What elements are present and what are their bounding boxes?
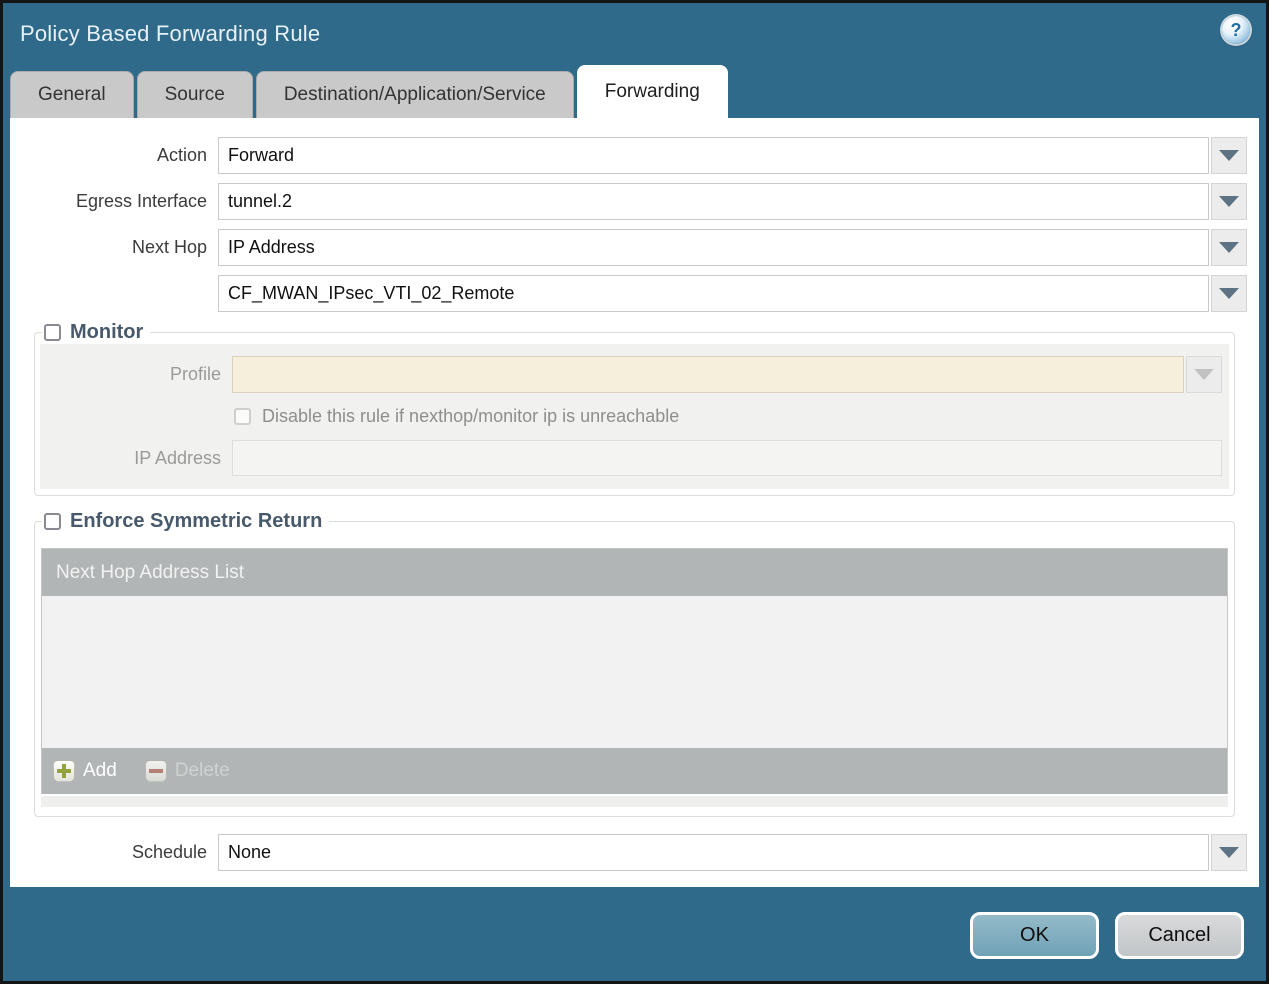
- egress-interface-label: Egress Interface: [75, 191, 207, 211]
- add-button-label: Add: [83, 760, 117, 781]
- help-icon[interactable]: ?: [1222, 16, 1250, 44]
- ok-button[interactable]: OK: [970, 912, 1099, 959]
- enforce-symmetric-return-section: Enforce Symmetric Return Next Hop Addres…: [34, 510, 1235, 817]
- add-button[interactable]: Add: [53, 760, 117, 782]
- table-body[interactable]: [42, 596, 1227, 748]
- chevron-down-icon: [1219, 847, 1239, 858]
- monitor-title: Monitor: [70, 321, 144, 343]
- chevron-down-icon: [1219, 288, 1239, 299]
- help-icon-glyph: ?: [1230, 19, 1242, 40]
- next-hop-type-dropdown-button[interactable]: [1211, 229, 1247, 266]
- disable-rule-label: Disable this rule if nexthop/monitor ip …: [262, 406, 680, 426]
- disable-rule-checkbox: [234, 408, 251, 425]
- disable-rule-row: Disable this rule if nexthop/monitor ip …: [234, 406, 1222, 427]
- next-hop-address-dropdown-button[interactable]: [1211, 275, 1247, 312]
- tab-source[interactable]: Source: [136, 71, 253, 118]
- tab-destination-label: Destination/Application/Service: [283, 84, 546, 105]
- action-row: Action Forward: [10, 137, 1247, 174]
- dialog-footer: OK Cancel: [3, 887, 1266, 981]
- delete-button: Delete: [144, 760, 230, 782]
- tab-source-label: Source: [164, 84, 225, 105]
- egress-interface-value: tunnel.2: [218, 183, 1209, 220]
- chevron-down-icon: [1219, 242, 1239, 253]
- action-label: Action: [156, 145, 207, 165]
- next-hop-address-select[interactable]: CF_MWAN_IPsec_VTI_02_Remote: [218, 275, 1247, 312]
- monitor-ip-address-row: IP Address: [40, 440, 1222, 476]
- next-hop-row: Next Hop IP Address: [10, 229, 1247, 266]
- tab-general[interactable]: General: [10, 71, 134, 118]
- egress-interface-select[interactable]: tunnel.2: [218, 183, 1247, 220]
- enforce-symmetric-return-legend: Enforce Symmetric Return: [42, 510, 329, 533]
- table-scroll-strip: [41, 796, 1228, 807]
- chevron-down-icon: [1219, 196, 1239, 207]
- pbf-rule-dialog: Policy Based Forwarding Rule ? General S…: [0, 0, 1269, 984]
- egress-interface-dropdown-button[interactable]: [1211, 183, 1247, 220]
- next-hop-label: Next Hop: [131, 237, 207, 257]
- table-header: Next Hop Address List: [42, 549, 1227, 596]
- schedule-label: Schedule: [131, 842, 207, 862]
- chevron-down-icon: [1219, 150, 1239, 161]
- next-hop-type-select[interactable]: IP Address: [218, 229, 1247, 266]
- enforce-symmetric-return-checkbox[interactable]: [44, 513, 61, 530]
- action-value: Forward: [218, 137, 1209, 174]
- tab-destination-application-service[interactable]: Destination/Application/Service: [255, 71, 574, 118]
- next-hop-address-value: CF_MWAN_IPsec_VTI_02_Remote: [218, 275, 1209, 312]
- dialog-titlebar: Policy Based Forwarding Rule: [3, 3, 1266, 65]
- minus-icon: [144, 760, 167, 782]
- schedule-value: None: [218, 834, 1209, 871]
- monitor-panel: Profile Disable this rule if nexthop/mon…: [40, 344, 1229, 489]
- dialog-title: Policy Based Forwarding Rule: [20, 21, 321, 46]
- next-hop-address-list-table: Next Hop Address List Add Delete: [41, 548, 1228, 794]
- monitor-ip-address-label: IP Address: [134, 447, 221, 468]
- profile-select: [232, 356, 1222, 393]
- plus-icon: [53, 760, 75, 782]
- schedule-select[interactable]: None: [218, 834, 1247, 871]
- chevron-down-icon: [1194, 369, 1214, 380]
- profile-value: [232, 356, 1184, 393]
- action-dropdown-button[interactable]: [1211, 137, 1247, 174]
- tab-forwarding-label: Forwarding: [604, 81, 700, 102]
- tab-forwarding[interactable]: Forwarding: [576, 65, 728, 118]
- egress-interface-row: Egress Interface tunnel.2: [10, 183, 1247, 220]
- enforce-symmetric-return-title: Enforce Symmetric Return: [70, 510, 323, 532]
- monitor-checkbox[interactable]: [44, 324, 61, 341]
- profile-row: Profile: [40, 356, 1222, 393]
- table-header-label: Next Hop Address List: [56, 561, 244, 583]
- action-select[interactable]: Forward: [218, 137, 1247, 174]
- schedule-row: Schedule None: [10, 834, 1247, 871]
- tab-general-label: General: [38, 84, 106, 105]
- monitor-ip-address-input: [232, 440, 1222, 476]
- delete-button-label: Delete: [174, 760, 230, 781]
- cancel-button[interactable]: Cancel: [1115, 912, 1244, 959]
- forwarding-tab-panel: Action Forward Egress Interface tunnel.2…: [10, 118, 1259, 887]
- profile-label: Profile: [169, 364, 221, 384]
- monitor-section: Monitor Profile Disable this rule if nex…: [34, 321, 1235, 496]
- tab-bar: General Source Destination/Application/S…: [3, 65, 1266, 118]
- monitor-legend: Monitor: [42, 321, 150, 344]
- schedule-dropdown-button[interactable]: [1211, 834, 1247, 871]
- table-footer: Add Delete: [42, 748, 1227, 794]
- next-hop-type-value: IP Address: [218, 229, 1209, 266]
- profile-dropdown-button: [1186, 356, 1222, 393]
- next-hop-address-row: CF_MWAN_IPsec_VTI_02_Remote: [10, 275, 1247, 312]
